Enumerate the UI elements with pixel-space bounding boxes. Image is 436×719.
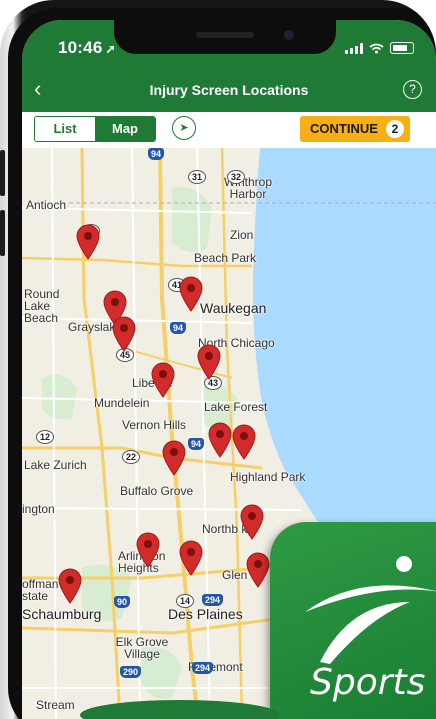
- location-pin-icon[interactable]: [136, 532, 160, 568]
- location-arrow-icon: ➚: [105, 42, 116, 56]
- view-toolbar: List Map ➤ CONTINUE 2: [22, 112, 436, 148]
- highway-shield: 22: [122, 450, 141, 464]
- map-label-beach-park: Beach Park: [194, 251, 257, 265]
- map-label-buffalo-grove: Buffalo Grove: [120, 484, 194, 498]
- map-label-glenview: Glen: [222, 568, 248, 582]
- highway-shield: 12: [36, 430, 55, 444]
- location-pin-icon[interactable]: [197, 344, 221, 380]
- location-pin-icon[interactable]: [179, 540, 203, 576]
- location-pin-icon[interactable]: [162, 440, 186, 476]
- map-label-des-plaines: Des Plaines: [168, 606, 243, 622]
- map-label-antioch: Antioch: [26, 198, 67, 212]
- highway-shield: 294: [202, 594, 224, 606]
- map-label-schaumburg: Schaumburg: [22, 606, 102, 622]
- location-pin-icon[interactable]: [240, 504, 264, 540]
- volume-button: [0, 210, 5, 256]
- locate-me-icon[interactable]: ➤: [172, 116, 196, 140]
- map-label-waukegan: Waukegan: [200, 300, 267, 316]
- status-icons: [345, 42, 414, 54]
- map-label-elk-grove: Elk Grove Village: [115, 635, 169, 661]
- highway-shield: 294: [192, 662, 214, 674]
- map-label-lake-zurich: Lake Zurich: [24, 458, 87, 472]
- status-time: 10:46 ➚: [58, 38, 116, 58]
- highway-shield: 290: [120, 666, 142, 678]
- battery-icon: [390, 42, 414, 54]
- view-segmented-control: List Map: [34, 116, 156, 142]
- highway-shield: 32: [227, 170, 246, 184]
- highway-shield: 14: [176, 594, 195, 608]
- highway-shield: 31: [188, 170, 207, 184]
- continue-button[interactable]: CONTINUE 2: [300, 116, 410, 142]
- list-tab[interactable]: List: [35, 117, 95, 141]
- help-icon[interactable]: ?: [403, 80, 422, 99]
- signal-icon: [345, 42, 363, 54]
- location-pin-icon[interactable]: [246, 552, 270, 588]
- highway-shield: 90: [114, 596, 131, 608]
- runner-logo-icon: [305, 556, 436, 664]
- location-pin-icon[interactable]: [232, 424, 256, 460]
- highway-shield: 94: [148, 148, 165, 160]
- map-label-zion: Zion: [230, 228, 254, 242]
- location-pin-icon[interactable]: [151, 362, 175, 398]
- map-tab[interactable]: Map: [95, 117, 155, 141]
- highway-shield: 94: [170, 322, 187, 334]
- location-pin-icon[interactable]: [112, 316, 136, 352]
- continue-label: CONTINUE: [310, 121, 378, 136]
- location-pin-icon[interactable]: [76, 224, 100, 260]
- app-brand-text: Sports: [310, 662, 426, 703]
- map-label-mundelein: Mundelein: [94, 396, 150, 410]
- location-pin-icon[interactable]: [208, 422, 232, 458]
- map-label-lake-forest: Lake Forest: [204, 400, 268, 414]
- highway-shield: 94: [188, 438, 205, 450]
- phone-frame: 10:46 ➚ ‹ Injury Screen Locations ? List…: [0, 0, 436, 719]
- map-label-highland-park: Highland Park: [230, 470, 306, 484]
- map-label-round-lake-beach: Round Lake Beach: [24, 287, 60, 325]
- selected-count-badge: 2: [386, 120, 404, 138]
- location-pin-icon[interactable]: [179, 276, 203, 312]
- page-title: Injury Screen Locations: [149, 82, 309, 98]
- location-pin-icon[interactable]: [58, 568, 82, 604]
- sports-app-icon: Sports: [270, 522, 436, 719]
- map-label-vernon-hills: Vernon Hills: [122, 418, 187, 432]
- phone-notch: [114, 20, 336, 54]
- volume-button: [0, 150, 5, 196]
- map-label-stream: Stream: [36, 698, 75, 712]
- map-label-ington: ington: [22, 502, 55, 516]
- status-time-text: 10:46: [58, 38, 103, 57]
- app-header: 10:46 ➚ ‹ Injury Screen Locations ?: [22, 20, 436, 112]
- wifi-icon: [369, 43, 384, 53]
